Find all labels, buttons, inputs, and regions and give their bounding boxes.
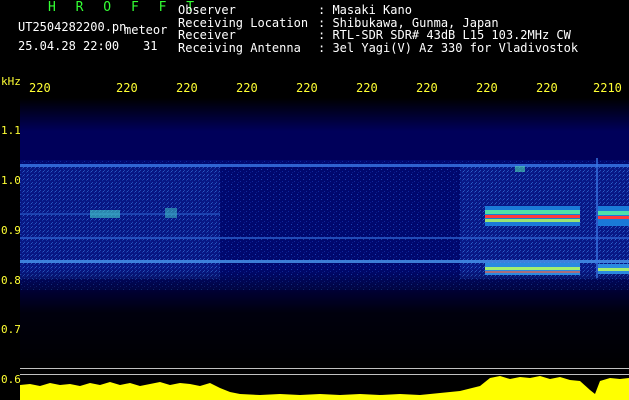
- meteor-count: 31: [143, 39, 158, 53]
- time-tick: 220: [296, 81, 318, 95]
- freq-tick: 1.1: [1, 124, 21, 137]
- time-tick: 220: [356, 81, 378, 95]
- meteor-echo: [165, 208, 177, 218]
- time-tick: 220: [116, 81, 138, 95]
- reflection-band-upper-2-peak: [598, 216, 629, 219]
- spectrogram-canvas: [20, 98, 629, 400]
- meteor-echo: [515, 166, 525, 172]
- reflection-band-upper-2-core: [598, 211, 629, 215]
- signal-line-1000: [20, 164, 629, 167]
- reflection-band-upper-peak: [485, 215, 580, 218]
- reflection-band-lower-peak: [485, 271, 580, 273]
- separator-line: [20, 374, 629, 375]
- time-tick: 220: [176, 81, 198, 95]
- freq-tick: 0.7: [1, 323, 21, 336]
- time-tick: 220: [416, 81, 438, 95]
- time-tick: 220: [29, 81, 51, 95]
- meteor-label: meteor: [124, 23, 168, 37]
- spectrogram-fade: [20, 98, 629, 373]
- antenna-label: Receiving Antenna: [178, 41, 301, 55]
- freq-tick: 1.0: [1, 174, 21, 187]
- reflection-band-lower-2-core: [598, 268, 629, 271]
- meteor-echo: [90, 210, 120, 218]
- vertical-streak: [596, 158, 598, 278]
- header-panel: H R O F F T UT2504282200.pn meteor 25.04…: [0, 0, 629, 74]
- spectrogram-plot: [20, 98, 629, 400]
- reflection-band-upper-edge: [485, 219, 580, 222]
- freq-tick: 0.8: [1, 274, 21, 287]
- file-name: UT2504282200.pn: [18, 20, 127, 34]
- date-time: 25.04.28 22:00: [18, 39, 120, 53]
- power-trace: [20, 376, 629, 400]
- time-tick: 220: [536, 81, 558, 95]
- signal-line-880: [20, 237, 629, 239]
- antenna-value: : 3el Yagi(V) Az 330 for Vladivostok: [318, 41, 579, 55]
- freq-tick: 0.6: [1, 373, 21, 386]
- time-tick: 220: [236, 81, 258, 95]
- reflection-band-lower-core: [485, 267, 580, 270]
- separator-line: [20, 368, 629, 369]
- freq-tick: 0.9: [1, 224, 21, 237]
- reflection-band-upper-core: [485, 210, 580, 214]
- time-tick: 220: [476, 81, 498, 95]
- signal-line-840: [20, 260, 629, 263]
- time-tick: 2210: [593, 81, 622, 95]
- unit-label: kHz: [1, 75, 21, 88]
